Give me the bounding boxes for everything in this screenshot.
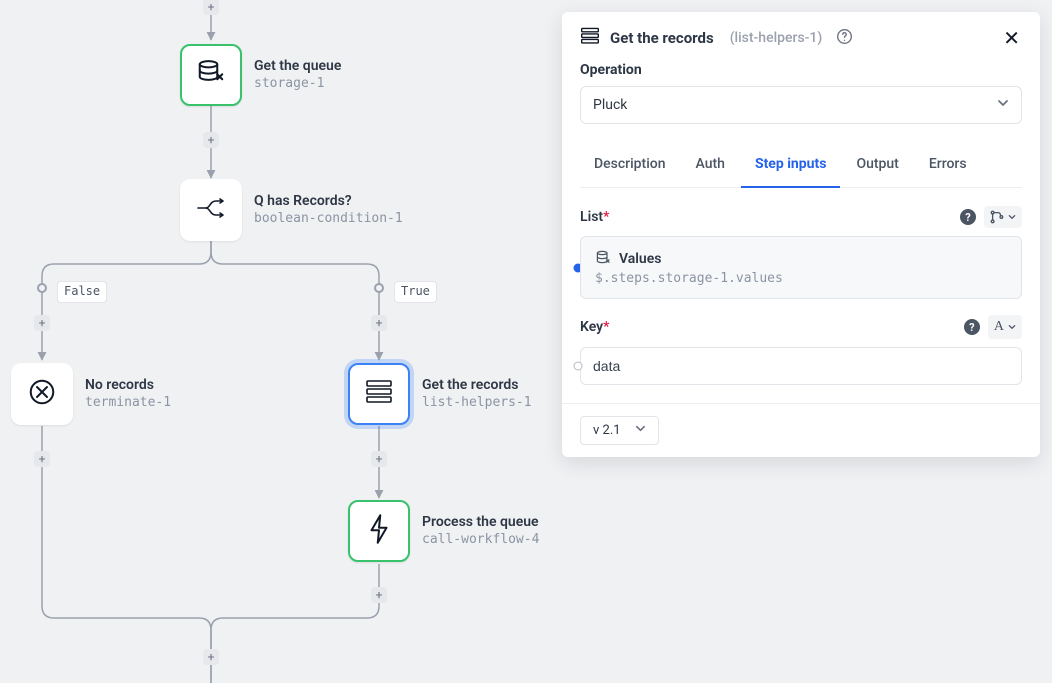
close-icon[interactable]: ✕	[1001, 26, 1022, 50]
chevron-down-icon	[997, 97, 1009, 113]
add-step-button[interactable]	[371, 587, 387, 603]
add-step-button[interactable]	[34, 451, 50, 467]
list-icon	[365, 379, 393, 409]
tab-description[interactable]: Description	[580, 144, 680, 188]
terminate-icon	[27, 377, 57, 411]
operation-select[interactable]: Pluck	[580, 86, 1022, 124]
node-title: Process the queue	[422, 514, 539, 532]
branch-icon	[196, 197, 226, 223]
workflow-icon	[368, 514, 390, 548]
database-icon	[196, 58, 226, 92]
add-step-button[interactable]	[34, 315, 50, 331]
node-sub: list-helpers-1	[422, 395, 532, 411]
operation-section: Operation Pluck	[562, 62, 1040, 138]
node-sub: call-workflow-4	[422, 532, 539, 548]
version-select[interactable]: v 2.1	[580, 416, 659, 445]
node-sub: storage-1	[254, 76, 341, 92]
version-label: v 2.1	[593, 423, 621, 438]
node-no-records[interactable]: No records terminate-1	[11, 363, 171, 425]
field-label: List*	[580, 209, 609, 225]
help-icon[interactable]: ?	[964, 319, 980, 335]
node-title: No records	[85, 377, 171, 395]
panel-sub: (list-helpers-1)	[730, 30, 823, 46]
node-sub: terminate-1	[85, 395, 171, 411]
node-get-queue[interactable]: Get the queue storage-1	[180, 44, 341, 106]
branch-dot	[37, 283, 47, 293]
node-condition[interactable]: Q has Records? boolean-condition-1	[180, 179, 403, 241]
node-title: Q has Records?	[254, 193, 403, 211]
help-icon[interactable]	[836, 28, 853, 49]
panel-title: Get the records	[610, 29, 714, 47]
step-config-panel: Get the records (list-helpers-1) ✕ Opera…	[562, 12, 1040, 457]
operation-label: Operation	[580, 62, 1022, 78]
node-title: Get the queue	[254, 58, 341, 76]
add-step-button[interactable]	[371, 315, 387, 331]
node-process-queue[interactable]: Process the queue call-workflow-4	[348, 500, 539, 562]
type-selector-button[interactable]: A	[988, 315, 1022, 339]
inactive-indicator	[574, 362, 583, 371]
node-title: Get the records	[422, 377, 532, 395]
add-step-button[interactable]	[203, 132, 219, 148]
branch-label-false: False	[57, 281, 107, 303]
path-selector-button[interactable]	[984, 206, 1022, 228]
values-icon	[595, 249, 611, 269]
field-list: List* ?	[580, 206, 1022, 299]
panel-header: Get the records (list-helpers-1) ✕	[562, 12, 1040, 62]
field-label: Key*	[580, 319, 609, 335]
list-item-title: Values	[619, 251, 661, 267]
operation-value: Pluck	[593, 97, 627, 113]
add-step-button[interactable]	[203, 0, 219, 15]
branch-label-true: True	[394, 281, 437, 303]
field-key: Key* ? A	[580, 315, 1022, 385]
chevron-down-icon	[635, 423, 646, 438]
panel-body: List* ?	[562, 188, 1040, 403]
tab-output[interactable]: Output	[842, 144, 912, 188]
key-input[interactable]	[580, 347, 1022, 385]
list-item-path: $.steps.storage-1.values	[595, 271, 1007, 286]
list-icon	[580, 27, 600, 49]
panel-footer: v 2.1	[562, 403, 1040, 457]
node-sub: boolean-condition-1	[254, 211, 403, 227]
help-icon[interactable]: ?	[960, 209, 976, 225]
tab-step-inputs[interactable]: Step inputs	[741, 144, 840, 188]
add-step-button[interactable]	[371, 451, 387, 467]
tab-errors[interactable]: Errors	[915, 144, 981, 188]
list-value-box[interactable]: Values $.steps.storage-1.values	[580, 236, 1022, 299]
add-step-button[interactable]	[203, 649, 219, 665]
branch-dot	[374, 283, 384, 293]
tab-auth[interactable]: Auth	[682, 144, 739, 188]
node-get-records[interactable]: Get the records list-helpers-1	[348, 363, 532, 425]
panel-tabs: Description Auth Step inputs Output Erro…	[580, 144, 1022, 188]
